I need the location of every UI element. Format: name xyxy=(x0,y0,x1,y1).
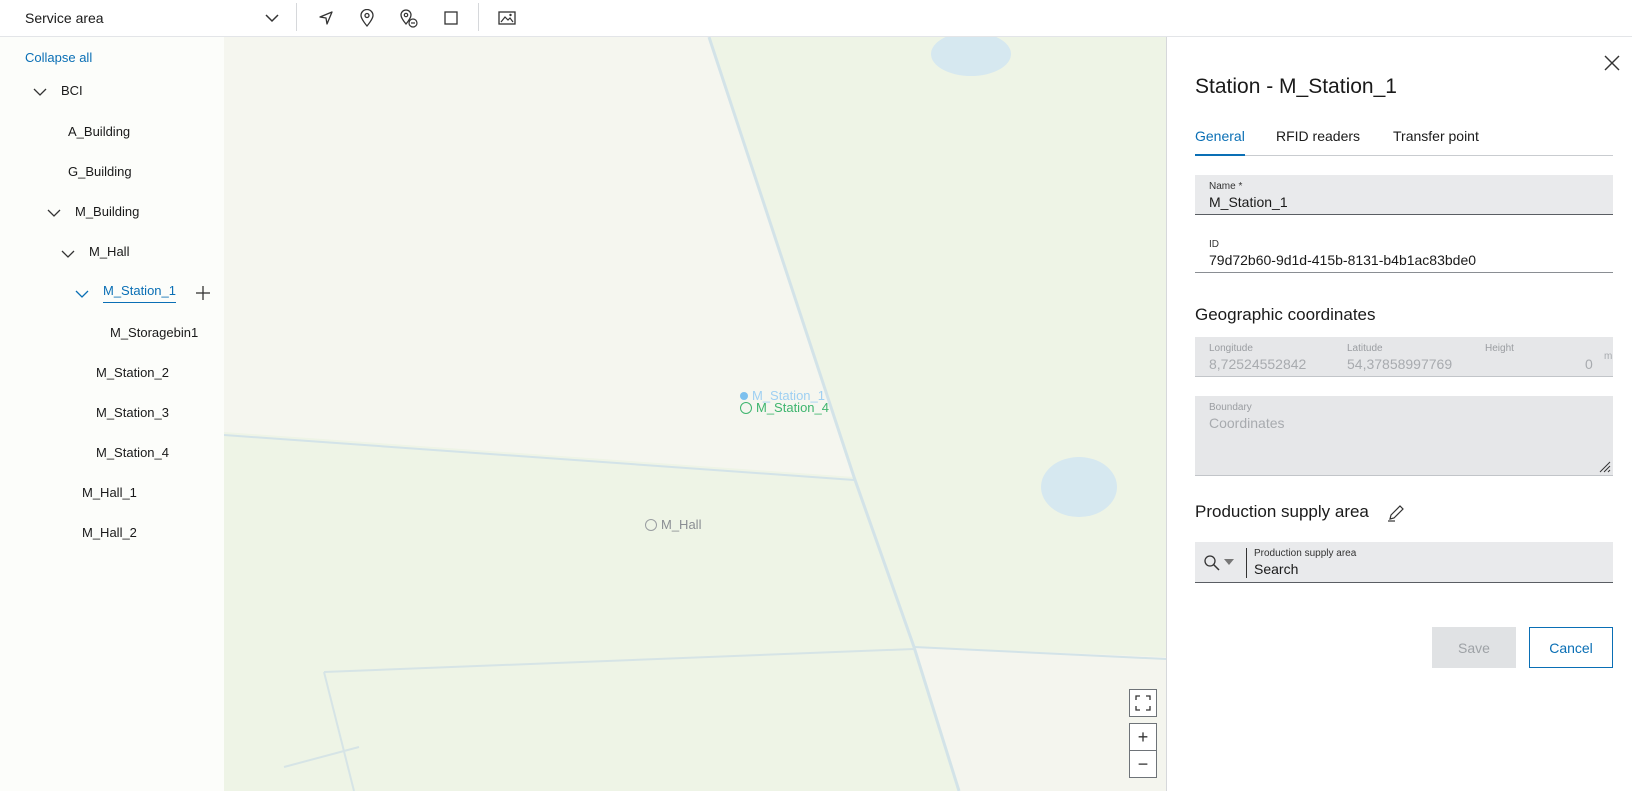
boundary-label: Boundary xyxy=(1209,402,1252,413)
latitude-field: Latitude 54,37858997769 xyxy=(1333,337,1471,376)
tree-node-m-hall[interactable]: M_Hall xyxy=(89,241,129,263)
panel-title: Station - M_Station_1 xyxy=(1195,75,1397,98)
toolbar-divider xyxy=(296,3,297,31)
height-value: 0 xyxy=(1585,356,1593,372)
navigate-button[interactable] xyxy=(311,4,341,32)
add-child-icon[interactable] xyxy=(194,284,212,302)
tree-node-m-hall-2[interactable]: M_Hall_2 xyxy=(82,522,137,544)
zoom-in-label: + xyxy=(1137,726,1149,747)
pin-remove-button[interactable] xyxy=(394,4,424,32)
height-field: Height 0 m xyxy=(1471,337,1613,376)
tree-node-m-station-2[interactable]: M_Station_2 xyxy=(96,362,169,384)
name-value: M_Station_1 xyxy=(1209,194,1288,210)
map-background xyxy=(224,37,1166,791)
chevron-down-icon[interactable] xyxy=(74,286,90,302)
pin-remove-icon xyxy=(400,9,418,28)
chevron-down-icon[interactable] xyxy=(60,246,76,262)
psa-label: Production supply area xyxy=(1254,548,1357,559)
collapse-all-link[interactable]: Collapse all xyxy=(25,50,92,65)
save-button[interactable]: Save xyxy=(1432,627,1516,668)
zoom-out-button[interactable]: − xyxy=(1129,750,1157,778)
detail-panel: Station - M_Station_1 General RFID reade… xyxy=(1166,37,1632,791)
chevron-down-icon xyxy=(265,14,279,23)
height-label: Height xyxy=(1485,343,1514,354)
id-field: ID 79d72b60-9d1d-415b-8131-b4b1ac83bde0 xyxy=(1195,233,1613,273)
psa-search-field[interactable]: Production supply area Search xyxy=(1195,542,1613,583)
navigate-icon xyxy=(319,11,333,25)
geo-coordinates-heading: Geographic coordinates xyxy=(1195,305,1376,324)
tree-node-m-hall-1[interactable]: M_Hall_1 xyxy=(82,482,137,504)
fullscreen-button[interactable] xyxy=(1129,689,1157,717)
search-icon xyxy=(1204,555,1220,571)
name-field[interactable]: Name * M_Station_1 xyxy=(1195,175,1613,215)
resize-handle-icon[interactable] xyxy=(1597,459,1611,473)
chevron-down-icon[interactable] xyxy=(32,84,48,100)
map-canvas[interactable]: M_Station_1 M_Station_4 M_Hall + − xyxy=(224,37,1166,791)
location-tree: Collapse all BCI A_Building G_Building M… xyxy=(0,37,224,791)
pin-icon xyxy=(360,9,374,27)
cancel-button[interactable]: Cancel xyxy=(1529,627,1613,668)
tree-node-bci[interactable]: BCI xyxy=(61,80,83,102)
marker-dot-icon xyxy=(740,391,748,400)
toolbar-divider xyxy=(478,3,479,31)
boundary-field: Boundary Coordinates xyxy=(1195,396,1613,476)
marker-ring-icon xyxy=(740,401,752,414)
height-unit: m xyxy=(1604,351,1613,362)
name-label: Name * xyxy=(1209,181,1243,192)
marker-ring-icon xyxy=(645,518,657,531)
longitude-value: 8,72524552842 xyxy=(1209,356,1307,372)
map-marker-label: M_Station_4 xyxy=(756,400,829,415)
service-area-label: Service area xyxy=(25,10,104,26)
tree-node-m-building[interactable]: M_Building xyxy=(75,201,139,223)
id-label: ID xyxy=(1209,239,1219,250)
longitude-label: Longitude xyxy=(1209,343,1253,354)
tree-node-a-building[interactable]: A_Building xyxy=(68,121,130,143)
longitude-field: Longitude 8,72524552842 xyxy=(1195,337,1333,376)
tree-node-m-station-1[interactable]: M_Station_1 xyxy=(103,281,176,303)
top-toolbar: Service area xyxy=(0,0,1632,37)
tab-bar: General RFID readers Transfer point xyxy=(1195,123,1613,156)
chevron-down-icon[interactable] xyxy=(46,205,62,221)
zoom-in-button[interactable]: + xyxy=(1129,723,1157,751)
caret-down-icon[interactable] xyxy=(1224,559,1234,567)
tree-node-m-storagebin1[interactable]: M_Storagebin1 xyxy=(110,322,198,344)
latitude-value: 54,37858997769 xyxy=(1347,356,1453,372)
map-marker-hall[interactable]: M_Hall xyxy=(645,517,701,532)
psa-heading: Production supply area xyxy=(1195,502,1369,521)
zoom-out-label: − xyxy=(1137,753,1149,774)
tab-general[interactable]: General xyxy=(1195,123,1245,156)
tab-rfid-readers[interactable]: RFID readers xyxy=(1276,123,1360,156)
coordinates-row: Longitude 8,72524552842 Latitude 54,3785… xyxy=(1195,337,1613,377)
tree-node-m-station-3[interactable]: M_Station_3 xyxy=(96,402,169,424)
latitude-label: Latitude xyxy=(1347,343,1383,354)
map-marker-station-4[interactable]: M_Station_4 xyxy=(740,400,829,415)
fullscreen-icon xyxy=(1135,695,1151,711)
boundary-placeholder: Coordinates xyxy=(1209,415,1285,431)
edit-pencil-icon[interactable] xyxy=(1387,504,1405,522)
rectangle-button[interactable] xyxy=(436,4,466,32)
image-icon xyxy=(498,11,516,25)
rectangle-icon xyxy=(444,11,458,25)
id-value: 79d72b60-9d1d-415b-8131-b4b1ac83bde0 xyxy=(1209,252,1477,268)
pin-button[interactable] xyxy=(352,4,382,32)
tree-node-g-building[interactable]: G_Building xyxy=(68,161,132,183)
map-marker-label: M_Hall xyxy=(661,517,702,532)
search-divider xyxy=(1246,548,1247,578)
tab-transfer-point[interactable]: Transfer point xyxy=(1393,123,1479,156)
service-area-select[interactable]: Service area xyxy=(25,4,280,32)
image-button[interactable] xyxy=(492,4,522,32)
psa-value: Search xyxy=(1254,561,1299,577)
tree-node-m-station-4[interactable]: M_Station_4 xyxy=(96,442,169,464)
close-icon[interactable] xyxy=(1601,52,1623,74)
